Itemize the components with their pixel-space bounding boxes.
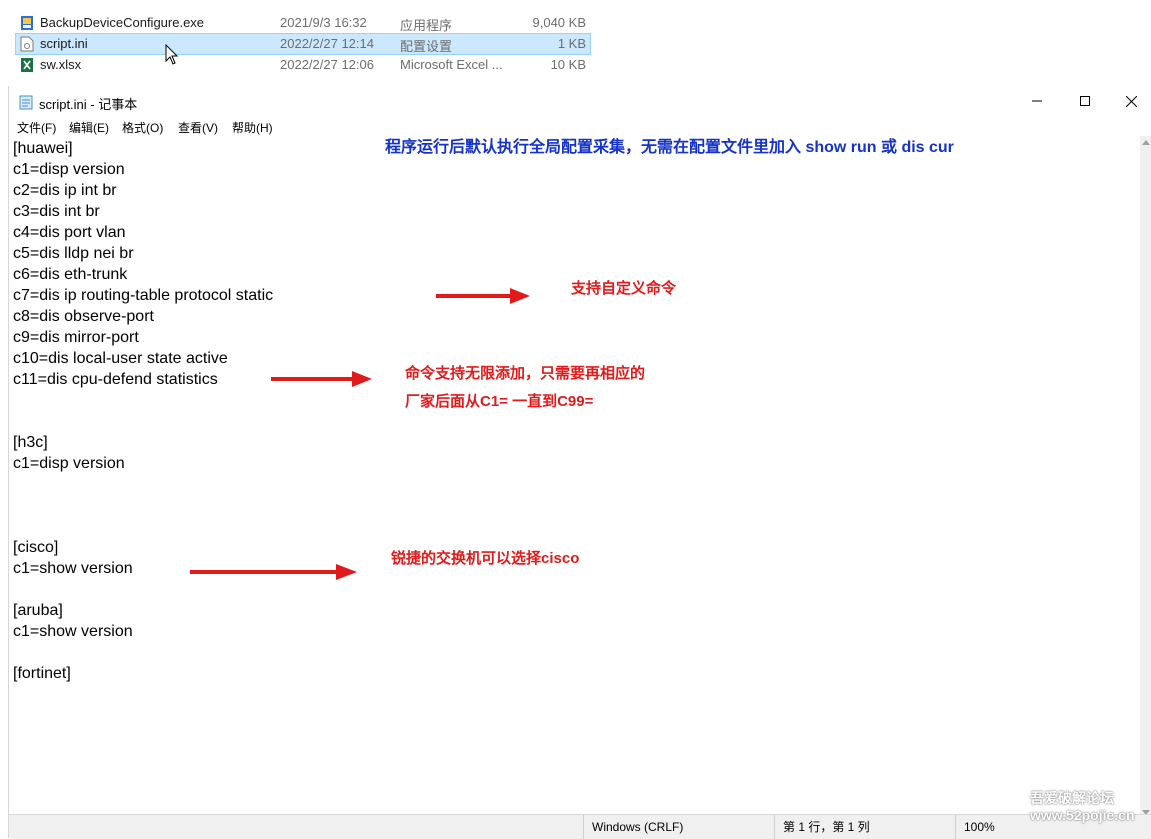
file-date: 2022/2/27 12:14 <box>280 36 374 51</box>
minimize-icon <box>1032 100 1042 102</box>
file-row-sw-xlsx[interactable]: sw.xlsx 2022/2/27 12:06 Microsoft Excel … <box>16 55 590 75</box>
annotation-ruijie-cisco: 锐捷的交换机可以选择cisco <box>391 550 580 567</box>
window-title: script.ini - 记事本 <box>39 97 138 112</box>
code-line: c4=dis port vlan <box>13 224 126 241</box>
code-line: c11=dis cpu-defend statistics <box>13 371 218 388</box>
menu-edit[interactable]: 编辑(E) <box>69 119 109 136</box>
status-cursor-position: 第 1 行，第 1 列 <box>774 815 953 839</box>
file-type: Microsoft Excel ... <box>400 57 503 72</box>
annotation-unlimited-line2: 厂家后面从C1= 一直到C99= <box>405 393 594 410</box>
file-size: 9,040 KB <box>532 15 587 30</box>
code-line: c1=show version <box>13 623 133 640</box>
file-row-script-ini[interactable]: script.ini 2022/2/27 12:14 配置设置 1 KB <box>15 33 591 55</box>
annotation-unlimited-line1: 命令支持无限添加，只需要再相应的 <box>405 365 646 382</box>
text-editor-area[interactable]: [huawei] c1=disp version c2=dis ip int b… <box>9 136 1140 819</box>
title-bar[interactable]: script.ini - 记事本 <box>9 86 1151 116</box>
menu-view[interactable]: 查看(V) <box>178 119 218 136</box>
watermark-line1: 吾爱破解论坛 <box>1030 790 1114 806</box>
notepad-window: script.ini - 记事本 文件(F) 编辑(E) 格式(O) 查看(V)… <box>8 86 1151 839</box>
exe-icon <box>21 16 33 30</box>
vertical-scrollbar[interactable] <box>1140 136 1151 819</box>
annotation-default-collection: 程序运行后默认执行全局配置采集，无需在配置文件里加入 show run 或 di… <box>385 139 954 156</box>
ini-file-icon <box>20 36 34 52</box>
file-name: BackupDeviceConfigure.exe <box>40 15 205 30</box>
code-line: c9=dis mirror-port <box>13 329 139 346</box>
code-line: c1=disp version <box>13 455 125 472</box>
mouse-cursor-icon <box>165 44 179 65</box>
code-line: c1=show version <box>13 560 133 577</box>
annotation-custom-command: 支持自定义命令 <box>571 280 677 297</box>
code-line: c1=disp version <box>13 161 125 178</box>
file-date: 2021/9/3 16:32 <box>280 15 367 30</box>
file-size: 1 KB <box>557 36 586 51</box>
code-line: c3=dis int br <box>13 203 100 220</box>
code-line: [aruba] <box>13 602 63 619</box>
close-button[interactable] <box>1108 86 1151 116</box>
watermark: 吾爱破解论坛 www.52pojie.cn <box>1030 790 1135 824</box>
code-line: c6=dis eth-trunk <box>13 266 128 283</box>
arrow-right-icon <box>190 564 357 580</box>
scroll-up-icon[interactable] <box>1142 140 1150 145</box>
minimize-button[interactable] <box>1014 86 1060 116</box>
notepad-icon <box>19 95 33 110</box>
code-line: [huawei] <box>13 140 73 157</box>
menu-file[interactable]: 文件(F) <box>17 119 56 136</box>
arrow-right-icon <box>271 371 372 387</box>
code-line: [fortinet] <box>13 665 71 682</box>
maximize-icon <box>1080 96 1090 106</box>
menu-help[interactable]: 帮助(H) <box>232 119 273 136</box>
code-line: c10=dis local-user state active <box>13 350 228 367</box>
file-explorer-list: BackupDeviceConfigure.exe 2021/9/3 16:32… <box>0 0 1151 86</box>
code-line: c2=dis ip int br <box>13 182 117 199</box>
file-type: 应用程序 <box>400 18 453 33</box>
maximize-button[interactable] <box>1062 86 1108 116</box>
excel-icon <box>21 58 33 72</box>
file-name: sw.xlsx <box>40 57 82 72</box>
file-type: 配置设置 <box>400 39 453 54</box>
file-size: 10 KB <box>550 57 586 72</box>
code-line: c5=dis lldp nei br <box>13 245 134 262</box>
code-line: c8=dis observe-port <box>13 308 154 325</box>
file-name: script.ini <box>40 36 88 51</box>
menu-format[interactable]: 格式(O) <box>122 119 163 136</box>
code-line: c7=dis ip routing-table protocol static <box>13 287 274 304</box>
status-encoding: Windows (CRLF) <box>583 815 772 839</box>
code-line: [h3c] <box>13 434 48 451</box>
file-date: 2022/2/27 12:06 <box>280 57 374 72</box>
status-bar: Windows (CRLF) 第 1 行，第 1 列 100% <box>9 814 1151 839</box>
file-row-backupdeviceconfigure[interactable]: BackupDeviceConfigure.exe 2021/9/3 16:32… <box>16 13 590 33</box>
arrow-right-icon <box>436 288 530 304</box>
watermark-line2: www.52pojie.cn <box>1030 807 1135 823</box>
close-icon <box>1125 95 1137 107</box>
code-line: [cisco] <box>13 539 59 556</box>
